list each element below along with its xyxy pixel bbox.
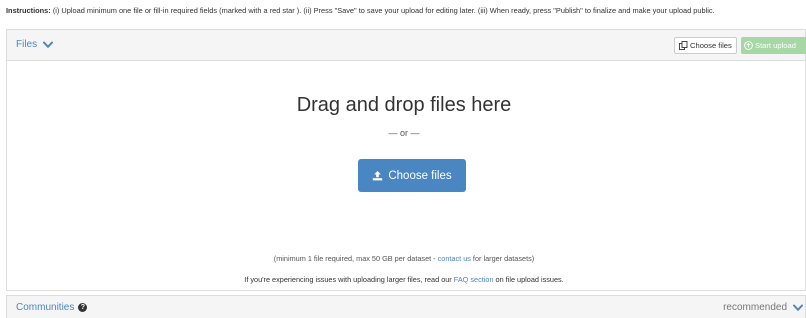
communities-recommended[interactable]: recommended: [723, 302, 803, 313]
drop-zone-or: — or —: [388, 128, 420, 138]
files-panel-header[interactable]: Files Choose files Start upload: [7, 30, 806, 61]
choose-files-small-button[interactable]: Choose files: [674, 37, 737, 54]
instructions-label: Instructions:: [6, 6, 51, 15]
files-toggle[interactable]: Files: [16, 39, 54, 50]
upload-issues-note: If you're experiencing issues with uploa…: [7, 275, 801, 284]
drop-zone-title: Drag and drop files here: [296, 94, 512, 116]
choose-files-small-label: Choose files: [690, 41, 732, 50]
start-upload-button[interactable]: Start upload: [741, 37, 806, 54]
instructions-body: (i) Upload minimum one file or fill-in r…: [50, 6, 715, 15]
start-upload-label: Start upload: [755, 41, 796, 50]
question-circle-icon[interactable]: ?: [78, 303, 88, 312]
upload-issues-prefix: If you're experiencing issues with uploa…: [244, 275, 454, 284]
chevron-down-icon: [43, 41, 54, 48]
file-limit-note: (minimum 1 file required, max 50 GB per …: [7, 254, 801, 263]
faq-section-link[interactable]: FAQ section: [454, 275, 494, 284]
choose-files-button[interactable]: Choose files: [358, 159, 466, 192]
files-panel: Files Choose files Start upload Drag and…: [6, 29, 806, 291]
recommended-label: recommended: [723, 302, 787, 313]
upload-circle-icon: [744, 41, 753, 50]
upload-icon: [373, 171, 383, 181]
choose-files-label: Choose files: [388, 169, 452, 182]
contact-us-link[interactable]: contact us: [438, 254, 471, 263]
copy-files-icon: [679, 41, 688, 50]
files-title: Files: [16, 39, 38, 50]
communities-title: Communities: [16, 302, 75, 313]
file-limit-prefix: (minimum 1 file required, max 50 GB per …: [273, 254, 438, 263]
file-limit-suffix: for larger datasets): [470, 254, 535, 263]
communities-toggle[interactable]: Communities ?: [16, 302, 88, 313]
communities-panel-header[interactable]: Communities ? recommended: [6, 295, 806, 318]
chevron-down-icon: [793, 304, 803, 311]
instructions-text: Instructions: (i) Upload minimum one fil…: [6, 6, 715, 15]
upload-issues-suffix: on file upload issues.: [493, 275, 564, 284]
